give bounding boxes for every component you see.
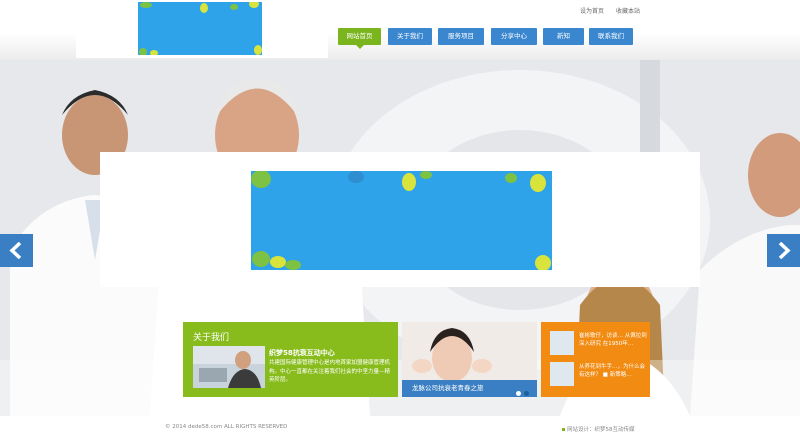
site-footer: © 2014 dede58.com ALL RIGHTS RESERVED 网站… [0,416,800,440]
about-thumbnail[interactable] [193,346,265,388]
top-links: 设为首页 收藏本站 [580,6,650,15]
slider-prev-button[interactable] [0,234,33,267]
slider-dot-1[interactable] [516,391,521,396]
news-panel: 崔彬歌仔，访谈… 从佩拉到深入研究 在1950年… 从养花到牛手…，为什么会有这… [541,322,650,397]
copyright-text: © 2014 dede58.com ALL RIGHTS RESERVED [165,424,288,430]
news-thumbnail-2[interactable] [550,362,574,386]
about-panel: 关于我们 织梦58抗衰互动中心 共建国际健康管理中心是内地首家加盟健康管理机构。… [183,322,398,397]
logo-image[interactable] [138,2,262,55]
nav-home[interactable]: 网站首页 [338,28,381,49]
popup-overlay [100,152,700,287]
news-item-1[interactable]: 崔彬歌仔，访谈… 从佩拉到深入研究 在1950年… [579,332,647,348]
nav-services[interactable]: 服务项目 [438,28,484,45]
about-subtitle[interactable]: 织梦58抗衰互动中心 [269,348,335,358]
design-credit: 网站设计：织梦58互动传媒 [562,425,635,433]
slider-next-button[interactable] [767,234,800,267]
feature-caption: 龙脉公司抗衰老青春之旅 [402,380,537,397]
nav-contact[interactable]: 联系我们 [589,28,633,45]
popup-image[interactable] [251,171,552,270]
nav-news[interactable]: 新知 [543,28,584,45]
news-thumbnail-1[interactable] [550,331,574,355]
chevron-right-icon [778,242,791,259]
chevron-left-icon [9,242,22,259]
site-header: 设为首页 收藏本站 网站首页 关于我们 服务项目 分享中心 新知 联系我们 [0,0,800,60]
about-title[interactable]: 关于我们 [193,330,229,343]
slider-dots [513,386,529,397]
slider-dot-2[interactable] [524,391,529,396]
nav-share[interactable]: 分享中心 [491,28,537,45]
hero-banner: 关于我们 织梦58抗衰互动中心 共建国际健康管理中心是内地首家加盟健康管理机构。… [0,60,800,416]
nav-about[interactable]: 关于我们 [388,28,432,45]
news-item-2[interactable]: 从养花到牛手…，为什么会有这样？ ■ 新策略… [579,363,647,379]
design-credit-text[interactable]: 网站设计：织梦58互动传媒 [567,427,635,433]
set-homepage-link[interactable]: 设为首页 [580,8,604,15]
feature-caption-text[interactable]: 龙脉公司抗衰老青春之旅 [412,384,484,392]
bullet-icon [562,428,565,431]
feature-panel[interactable]: 龙脉公司抗衰老青春之旅 [402,322,537,397]
about-description: 共建国际健康管理中心是内地首家加盟健康管理机构。中心一直都在关注着我们社会的中坚… [269,360,391,383]
bookmark-link[interactable]: 收藏本站 [616,8,640,15]
feature-image [402,322,537,380]
